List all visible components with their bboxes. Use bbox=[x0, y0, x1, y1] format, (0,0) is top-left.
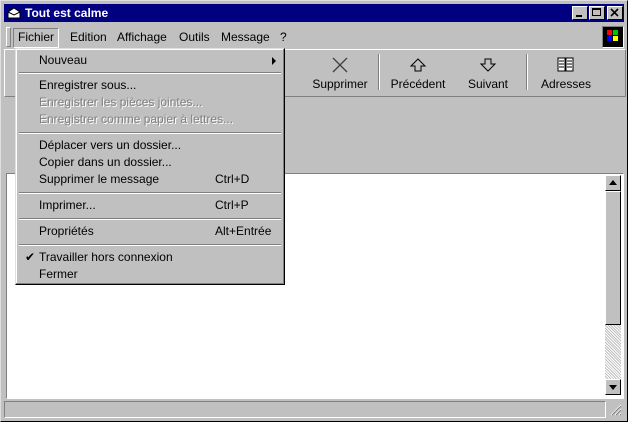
menuitem-print[interactable]: Imprimer... Ctrl+P bbox=[19, 197, 281, 214]
menu-label: Fichier bbox=[18, 30, 55, 44]
maximize-button[interactable] bbox=[589, 6, 605, 20]
windows-logo-icon bbox=[602, 26, 624, 48]
menu-bar: Fichier Edition Affichage Outils Message… bbox=[4, 25, 624, 49]
menuitem-delete-message[interactable]: Supprimer le message Ctrl+D bbox=[19, 171, 281, 188]
menuitem-save-attachments: Enregistrer les pièces jointes... bbox=[19, 94, 281, 111]
app-envelope-icon bbox=[7, 6, 21, 20]
menu-separator bbox=[19, 218, 281, 220]
menuitem-label: Nouveau bbox=[39, 53, 88, 67]
menu-label: Affichage bbox=[117, 30, 167, 44]
scroll-up-arrow-icon bbox=[609, 180, 617, 185]
menuitem-label: Enregistrer sous... bbox=[39, 78, 137, 92]
delete-label: Supprimer bbox=[312, 77, 368, 91]
next-button[interactable]: Suivant bbox=[453, 52, 523, 94]
menu-separator bbox=[19, 132, 281, 134]
menuitem-properties[interactable]: Propriétés Alt+Entrée bbox=[19, 223, 281, 240]
menu-label: Message bbox=[221, 30, 270, 44]
status-panel bbox=[4, 401, 606, 418]
address-book-icon bbox=[556, 56, 576, 74]
menuitem-label: Supprimer le message bbox=[39, 172, 160, 186]
toolbar-separator bbox=[526, 54, 528, 90]
minimize-icon bbox=[576, 15, 582, 17]
menu-label: Outils bbox=[179, 30, 210, 44]
delete-x-icon bbox=[330, 56, 350, 74]
menuitem-label: Imprimer... bbox=[39, 198, 96, 212]
close-icon bbox=[610, 8, 619, 17]
menu-help[interactable]: ? bbox=[275, 28, 292, 46]
maximize-icon bbox=[592, 8, 601, 16]
delete-button[interactable]: Supprimer bbox=[305, 52, 375, 94]
checkmark-icon: ✔ bbox=[25, 250, 36, 264]
status-bar bbox=[4, 401, 624, 418]
scroll-up-button[interactable] bbox=[605, 175, 621, 191]
addresses-label: Adresses bbox=[540, 77, 592, 91]
menuitem-copy-to-folder[interactable]: Copier dans un dossier... bbox=[19, 154, 281, 171]
menuitem-save-as[interactable]: Enregistrer sous... bbox=[19, 77, 281, 94]
window-title: Tout est calme bbox=[25, 6, 109, 20]
next-label: Suivant bbox=[467, 77, 509, 91]
menuitem-label: Copier dans un dossier... bbox=[39, 155, 172, 169]
menuitem-save-as-stationery: Enregistrer comme papier à lettres... bbox=[19, 111, 281, 128]
menuitem-label: Travailler hors connexion bbox=[39, 250, 173, 264]
menu-edition[interactable]: Edition bbox=[65, 28, 112, 46]
menu-separator bbox=[19, 244, 281, 246]
menu-label: Edition bbox=[70, 30, 107, 44]
menu-outils[interactable]: Outils bbox=[174, 28, 215, 46]
toolbar-separator bbox=[378, 54, 380, 90]
scroll-down-button[interactable] bbox=[605, 379, 621, 395]
menuitem-label: Propriétés bbox=[39, 224, 94, 238]
previous-button[interactable]: Précédent bbox=[383, 52, 453, 94]
submenu-arrow-icon bbox=[272, 57, 276, 65]
menuitem-move-to-folder[interactable]: Déplacer vers un dossier... bbox=[19, 137, 281, 154]
menu-label: ? bbox=[280, 30, 287, 44]
menuitem-shortcut: Ctrl+P bbox=[215, 198, 249, 212]
scroll-down-arrow-icon bbox=[609, 385, 617, 390]
menu-separator bbox=[19, 72, 281, 74]
arrow-up-icon bbox=[408, 56, 428, 74]
menuitem-nouveau[interactable]: Nouveau bbox=[19, 52, 281, 69]
menuitem-work-offline[interactable]: ✔ Travailler hors connexion bbox=[19, 249, 281, 266]
previous-label: Précédent bbox=[390, 77, 446, 91]
menuitem-label: Enregistrer les pièces jointes... bbox=[39, 95, 203, 109]
vertical-scrollbar[interactable] bbox=[605, 175, 621, 395]
menuitem-label: Déplacer vers un dossier... bbox=[39, 138, 182, 152]
menuitem-label: Fermer bbox=[39, 267, 78, 281]
addresses-button[interactable]: Adresses bbox=[531, 52, 601, 94]
arrow-down-icon bbox=[478, 56, 498, 74]
menu-separator bbox=[19, 192, 281, 194]
menuitem-shortcut: Ctrl+D bbox=[215, 172, 250, 186]
menuitem-label: Enregistrer comme papier à lettres... bbox=[39, 112, 234, 126]
menuitem-shortcut: Alt+Entrée bbox=[215, 224, 272, 238]
menubar-grip[interactable] bbox=[6, 27, 11, 47]
menu-fichier[interactable]: Fichier bbox=[13, 28, 60, 48]
close-button[interactable] bbox=[607, 6, 623, 20]
minimize-button[interactable] bbox=[572, 6, 588, 20]
menuitem-close[interactable]: Fermer bbox=[19, 266, 281, 283]
scrollbar-thumb[interactable] bbox=[605, 191, 621, 325]
menu-message[interactable]: Message bbox=[216, 28, 275, 46]
title-bar[interactable]: Tout est calme bbox=[4, 4, 624, 22]
menu-affichage[interactable]: Affichage bbox=[112, 28, 172, 46]
file-menu-dropdown: Nouveau Enregistrer sous... Enregistrer … bbox=[15, 48, 285, 285]
resize-grip-icon[interactable] bbox=[610, 404, 622, 416]
